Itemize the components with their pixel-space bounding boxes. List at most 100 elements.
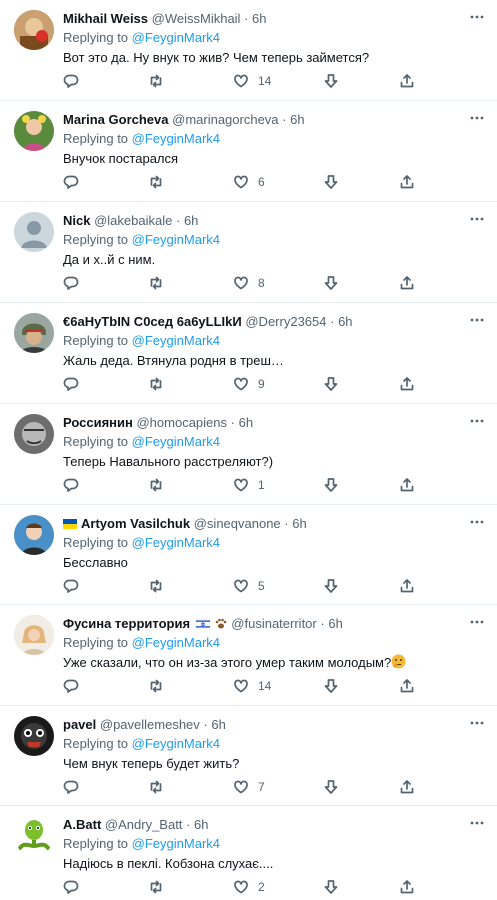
author-handle[interactable]: @sineqvanone — [194, 516, 281, 531]
share-button[interactable] — [399, 375, 415, 393]
retweet-button[interactable] — [148, 476, 164, 494]
like-button[interactable]: 14 — [233, 677, 271, 695]
reply-button[interactable] — [63, 878, 79, 896]
downvote-button[interactable] — [323, 274, 339, 292]
reply-button[interactable] — [63, 677, 79, 695]
reply-button[interactable] — [63, 274, 79, 292]
author-name[interactable]: Россиянин — [63, 415, 133, 430]
mention-link[interactable]: @FeyginMark4 — [132, 736, 220, 751]
reply-button[interactable] — [63, 476, 79, 494]
tweet[interactable]: €6aHyTbIN C0сед 6a6yLLIkИ @Derry23654 · … — [0, 303, 497, 404]
retweet-button[interactable] — [148, 878, 164, 896]
author-name[interactable]: pavel — [63, 717, 96, 732]
author-name[interactable]: €6aHyTbIN C0сед 6a6yLLIkИ — [63, 314, 242, 329]
share-button[interactable] — [399, 577, 415, 595]
retweet-button[interactable] — [148, 274, 164, 292]
share-button[interactable] — [399, 274, 415, 292]
retweet-button[interactable] — [148, 778, 164, 796]
more-icon[interactable] — [469, 10, 485, 24]
downvote-button[interactable] — [323, 577, 339, 595]
mention-link[interactable]: @FeyginMark4 — [132, 635, 220, 650]
tweet[interactable]: Россиянин @homocapiens · 6h Replying to … — [0, 404, 497, 505]
author-name[interactable]: Mikhail Weiss — [63, 11, 148, 26]
timestamp[interactable]: 6h — [328, 616, 342, 631]
retweet-button[interactable] — [148, 72, 164, 90]
author-handle[interactable]: @WeissMikhail — [152, 11, 241, 26]
author-name[interactable]: Фусина территория — [63, 616, 190, 631]
avatar[interactable] — [14, 313, 54, 353]
share-button[interactable] — [399, 72, 415, 90]
timestamp[interactable]: 6h — [292, 516, 306, 531]
author-handle[interactable]: @pavellemeshev — [100, 717, 200, 732]
timestamp[interactable]: 6h — [184, 213, 198, 228]
downvote-button[interactable] — [323, 173, 339, 191]
more-icon[interactable] — [469, 716, 485, 730]
mention-link[interactable]: @FeyginMark4 — [132, 232, 220, 247]
author-handle[interactable]: @Derry23654 — [245, 314, 326, 329]
avatar[interactable] — [14, 414, 54, 454]
mention-link[interactable]: @FeyginMark4 — [132, 535, 220, 550]
avatar[interactable] — [14, 716, 54, 756]
mention-link[interactable]: @FeyginMark4 — [132, 434, 220, 449]
retweet-button[interactable] — [148, 375, 164, 393]
tweet[interactable]: Marina Gorcheva @marinagorcheva · 6h Rep… — [0, 101, 497, 202]
reply-button[interactable] — [63, 375, 79, 393]
like-button[interactable]: 6 — [233, 173, 265, 191]
reply-button[interactable] — [63, 72, 79, 90]
share-button[interactable] — [399, 173, 415, 191]
reply-button[interactable] — [63, 778, 79, 796]
timestamp[interactable]: 6h — [211, 717, 225, 732]
tweet[interactable]: Фусина территория @fusinaterritor · 6h R… — [0, 605, 497, 706]
author-handle[interactable]: @homocapiens — [136, 415, 227, 430]
downvote-button[interactable] — [323, 375, 339, 393]
reply-button[interactable] — [63, 173, 79, 191]
share-button[interactable] — [399, 878, 415, 896]
author-handle[interactable]: @fusinaterritor — [231, 616, 316, 631]
mention-link[interactable]: @FeyginMark4 — [132, 30, 220, 45]
share-button[interactable] — [399, 778, 415, 796]
downvote-button[interactable] — [323, 778, 339, 796]
avatar[interactable] — [14, 10, 54, 50]
share-button[interactable] — [399, 476, 415, 494]
tweet[interactable]: Artyom Vasilchuk @sineqvanone · 6h Reply… — [0, 505, 497, 605]
share-button[interactable] — [399, 677, 415, 695]
timestamp[interactable]: 6h — [252, 11, 266, 26]
like-button[interactable]: 7 — [233, 778, 265, 796]
author-handle[interactable]: @marinagorcheva — [172, 112, 278, 127]
retweet-button[interactable] — [148, 677, 164, 695]
avatar[interactable] — [14, 816, 54, 856]
like-button[interactable]: 2 — [233, 878, 265, 896]
more-icon[interactable] — [469, 414, 485, 428]
downvote-button[interactable] — [323, 72, 339, 90]
author-name[interactable]: Marina Gorcheva — [63, 112, 169, 127]
author-handle[interactable]: @Andry_Batt — [105, 817, 183, 832]
author-name[interactable]: Artyom Vasilchuk — [81, 516, 190, 531]
reply-button[interactable] — [63, 577, 79, 595]
avatar[interactable] — [14, 615, 54, 655]
like-button[interactable]: 8 — [233, 274, 265, 292]
mention-link[interactable]: @FeyginMark4 — [132, 836, 220, 851]
more-icon[interactable] — [469, 313, 485, 327]
tweet[interactable]: Mikhail Weiss @WeissMikhail · 6h Replyin… — [0, 0, 497, 101]
mention-link[interactable]: @FeyginMark4 — [132, 333, 220, 348]
timestamp[interactable]: 6h — [239, 415, 253, 430]
retweet-button[interactable] — [148, 577, 164, 595]
more-icon[interactable] — [469, 515, 485, 529]
downvote-button[interactable] — [323, 677, 339, 695]
mention-link[interactable]: @FeyginMark4 — [132, 131, 220, 146]
avatar[interactable] — [14, 515, 54, 555]
downvote-button[interactable] — [323, 878, 339, 896]
more-icon[interactable] — [469, 111, 485, 125]
tweet[interactable]: Nick @lakebaikale · 6h Replying to @Feyg… — [0, 202, 497, 303]
author-handle[interactable]: @lakebaikale — [94, 213, 172, 228]
author-name[interactable]: Nick — [63, 213, 90, 228]
downvote-button[interactable] — [323, 476, 339, 494]
more-icon[interactable] — [469, 615, 485, 629]
avatar[interactable] — [14, 111, 54, 151]
like-button[interactable]: 14 — [233, 72, 271, 90]
timestamp[interactable]: 6h — [194, 817, 208, 832]
more-icon[interactable] — [469, 212, 485, 226]
tweet[interactable]: A.Batt @Andry_Batt · 6h Replying to @Fey… — [0, 806, 497, 900]
timestamp[interactable]: 6h — [338, 314, 352, 329]
timestamp[interactable]: 6h — [290, 112, 304, 127]
